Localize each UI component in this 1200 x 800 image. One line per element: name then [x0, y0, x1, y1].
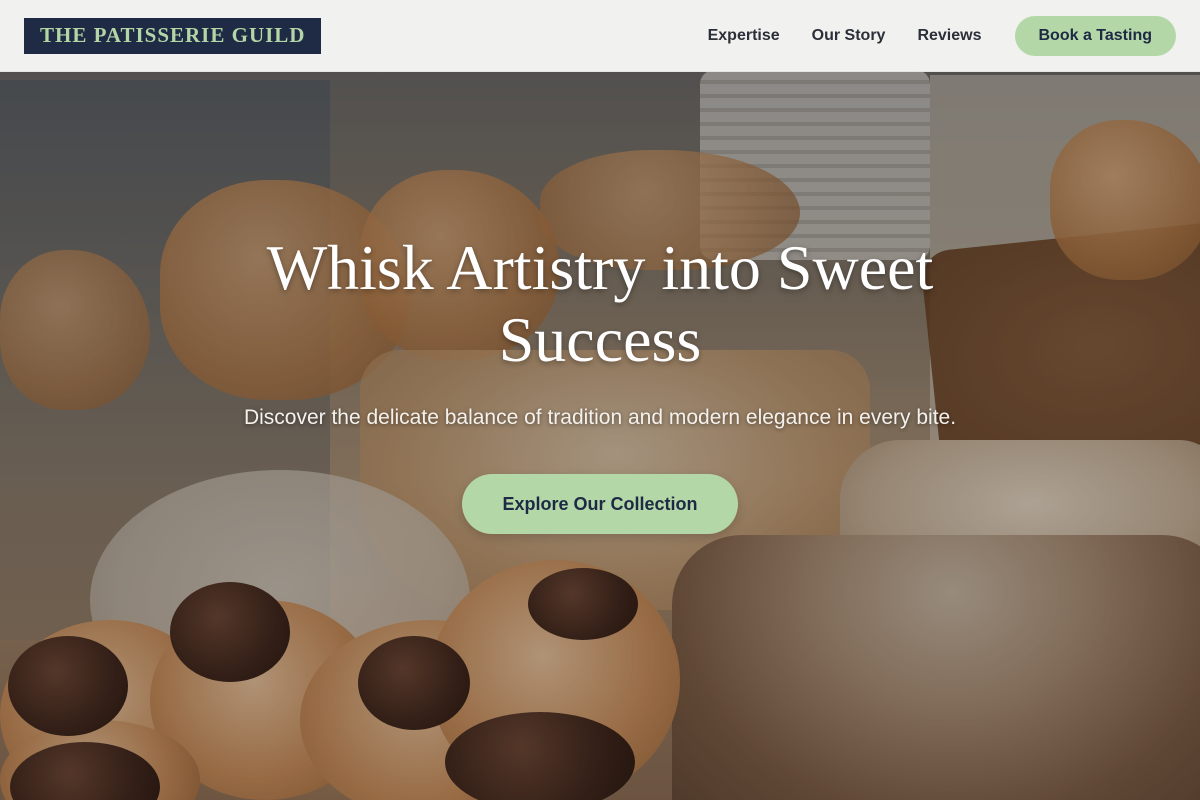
nav-link-reviews[interactable]: Reviews [917, 27, 981, 45]
book-tasting-button[interactable]: Book a Tasting [1014, 15, 1176, 56]
hero-subtitle: Discover the delicate balance of traditi… [243, 406, 957, 429]
main-nav: Expertise Our Story Reviews Book a Tasti… [708, 15, 1176, 56]
hero-content: Whisk Artistry into Sweet Success Discov… [0, 232, 1200, 534]
explore-collection-button[interactable]: Explore Our Collection [462, 474, 738, 534]
hero-title: Whisk Artistry into Sweet Success [266, 232, 934, 375]
nav-link-expertise[interactable]: Expertise [708, 27, 780, 45]
site-header: THE PATISSERIE GUILD Expertise Our Story… [0, 0, 1200, 72]
nav-link-our-story[interactable]: Our Story [812, 27, 886, 45]
brand-logo[interactable]: THE PATISSERIE GUILD [24, 17, 322, 54]
